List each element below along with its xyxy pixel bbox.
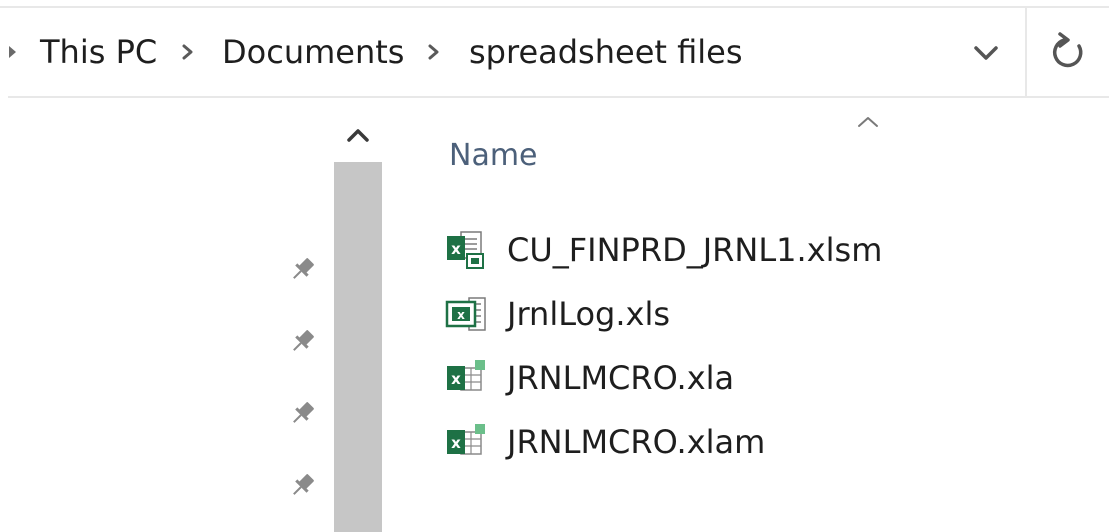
breadcrumb-spreadsheet-files[interactable]: spreadsheet files (469, 31, 743, 73)
svg-text:x: x (451, 434, 461, 452)
breadcrumb-documents[interactable]: Documents (222, 31, 404, 73)
pin-icon[interactable] (286, 468, 320, 502)
pin-icon[interactable] (286, 252, 320, 286)
svg-text:x: x (451, 240, 461, 258)
file-row[interactable]: x JrnlLog.xls (439, 288, 1039, 340)
excel-addin-icon: x (447, 360, 485, 391)
chevron-up-icon[interactable] (334, 112, 382, 160)
file-name[interactable]: JRNLMCRO.xlam (507, 420, 765, 464)
breadcrumb-separator-icon[interactable] (174, 38, 202, 66)
breadcrumb-overflow-arrow-icon[interactable] (6, 44, 20, 60)
breadcrumb-separator-icon[interactable] (420, 38, 448, 66)
address-bar[interactable]: This PC Documents spreadsheet files (0, 0, 1109, 100)
file-row[interactable]: x CU_FINPRD_JRNL1.xlsm (439, 224, 1039, 276)
address-bar-divider (1025, 8, 1027, 96)
refresh-icon[interactable] (1040, 26, 1100, 78)
file-list[interactable]: Name x CU_FINPRD_JRNL1.xlsm x JrnlLog.xl… (383, 100, 1109, 532)
address-bar-bottom-border (8, 96, 1109, 98)
scrollbar-thumb[interactable] (334, 162, 382, 532)
pin-icon[interactable] (286, 396, 320, 430)
svg-text:x: x (451, 370, 461, 388)
navigation-pane[interactable] (0, 100, 334, 532)
file-name[interactable]: JrnlLog.xls (507, 292, 670, 336)
breadcrumb-this-pc[interactable]: This PC (40, 31, 157, 73)
file-row[interactable]: x JRNLMCRO.xla (439, 352, 1039, 404)
excel-addin-icon: x (447, 424, 485, 455)
excel-97-workbook-icon: x (445, 297, 486, 331)
address-bar-top-border (0, 6, 1109, 8)
file-explorer-window: This PC Documents spreadsheet files Name… (0, 0, 1109, 532)
excel-macro-workbook-icon: x (447, 231, 484, 269)
svg-text:x: x (457, 308, 465, 322)
chevron-down-icon[interactable] (960, 30, 1012, 76)
file-row[interactable]: x JRNLMCRO.xlam (439, 416, 1039, 468)
pin-icon[interactable] (286, 324, 320, 358)
sort-ascending-caret-icon (858, 117, 878, 127)
file-name[interactable]: JRNLMCRO.xla (507, 356, 734, 400)
nav-pane-scrollbar[interactable] (334, 112, 382, 532)
column-header-name[interactable]: Name (449, 136, 538, 176)
file-name[interactable]: CU_FINPRD_JRNL1.xlsm (507, 228, 882, 272)
